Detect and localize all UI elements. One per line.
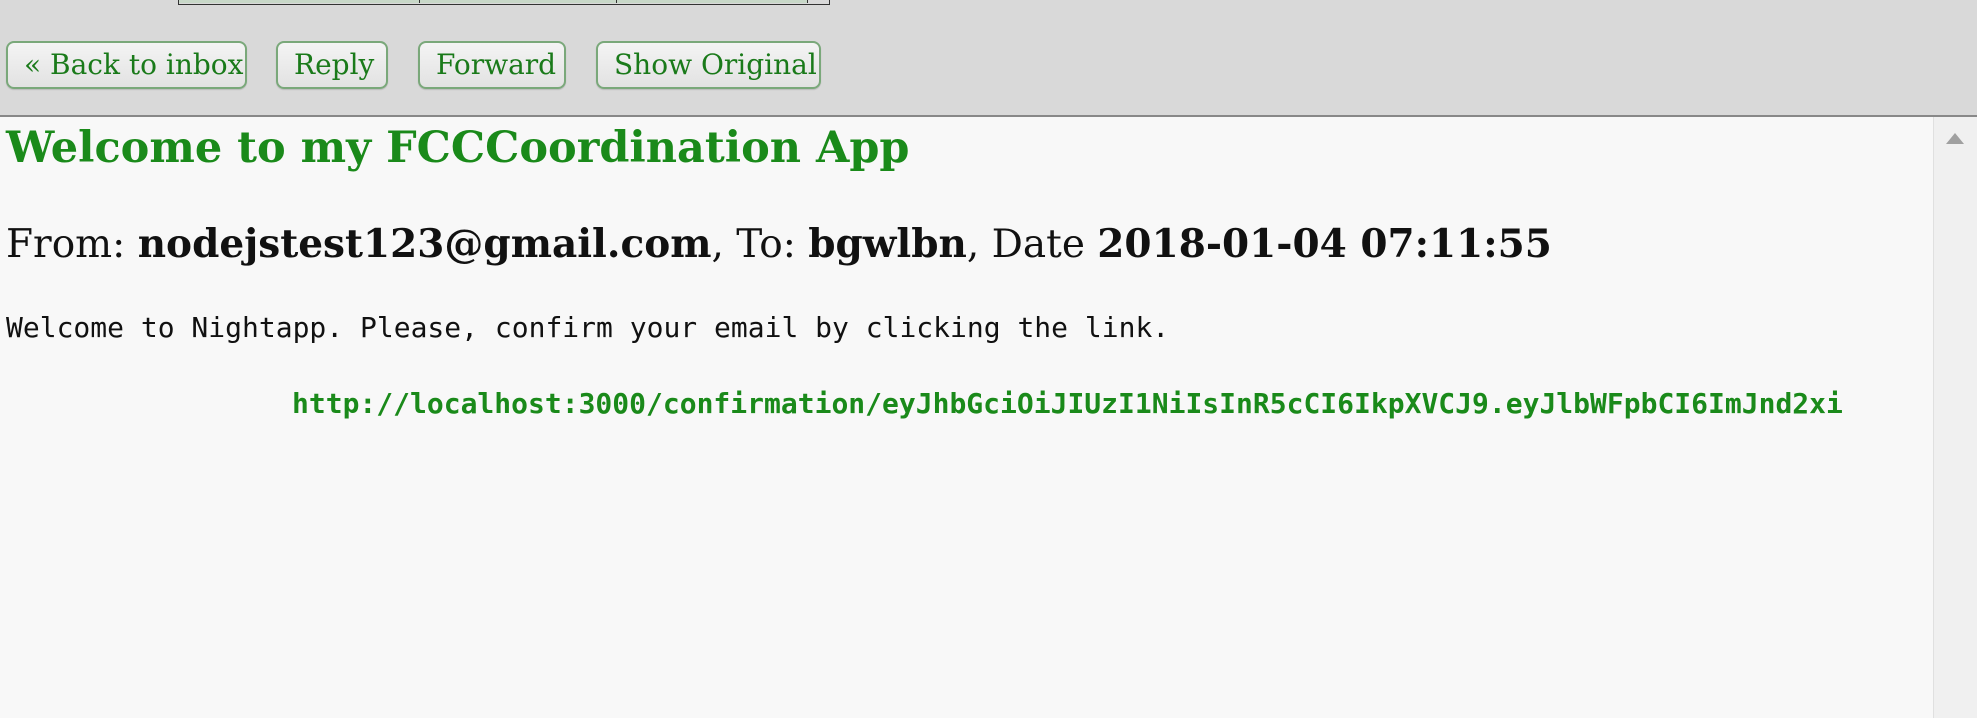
message-body: Welcome to Nightapp. Please, confirm you… [6,311,1170,344]
tab-strip [178,0,830,5]
from-prefix: From: [6,222,138,267]
show-original-button[interactable]: Show Original [596,41,821,89]
message-view: Welcome to my FCCCoordination App From: … [0,117,1933,718]
confirmation-link[interactable]: http://localhost:3000/confirmation/eyJhb… [292,387,1843,420]
tab-strip-segment [179,0,420,3]
recipient-name: bgwlbn [808,221,967,267]
to-prefix: , To: [711,222,809,267]
sender-address: nodejstest123@gmail.com [137,221,712,267]
reply-button[interactable]: Reply [276,41,388,89]
back-to-inbox-button[interactable]: « Back to inbox [6,41,247,89]
forward-button[interactable]: Forward [418,41,566,89]
message-date: 2018-01-04 07:11:55 [1097,221,1552,267]
vertical-scrollbar[interactable] [1933,117,1977,718]
message-header: From: nodejstest123@gmail.com, To: bgwlb… [6,221,1552,267]
date-prefix: , Date [966,222,1098,267]
tab-strip-segment [420,0,617,3]
message-toolbar: « Back to inbox Reply Forward Show Origi… [0,0,1977,117]
tab-strip-segment [617,0,808,3]
message-subject: Welcome to my FCCCoordination App [6,123,910,173]
scroll-up-arrow-icon[interactable] [1946,133,1964,144]
